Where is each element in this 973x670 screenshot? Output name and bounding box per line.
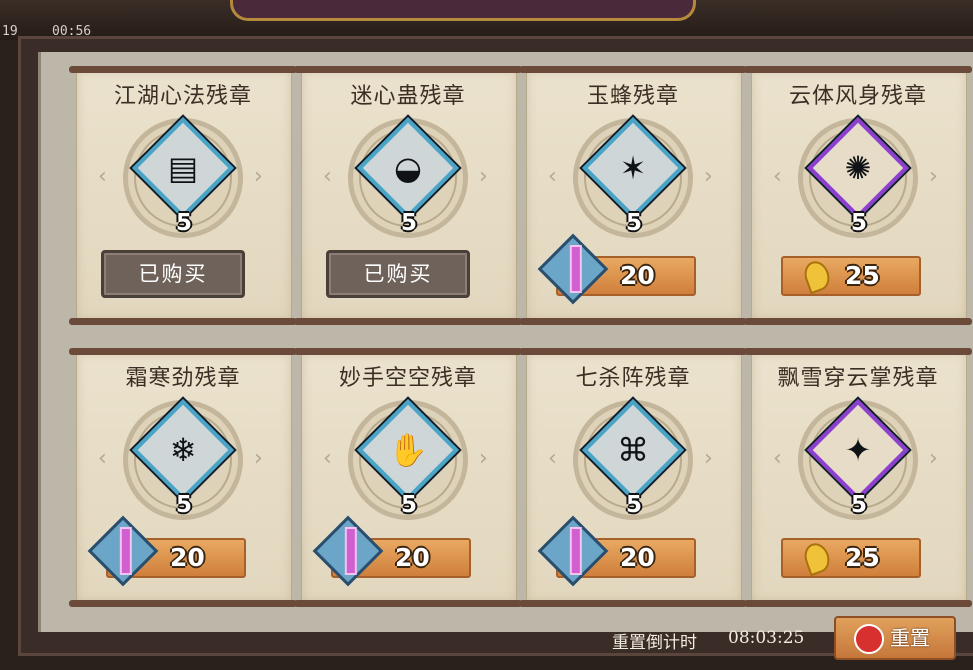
purchased-button[interactable]: 已购买 [101, 250, 245, 298]
price-value: 25 [845, 543, 880, 572]
wind-body-icon: ✺ [844, 149, 872, 187]
card-title: 飘雪穿云掌残章 [777, 366, 939, 391]
item-count: 5 [175, 492, 192, 518]
card-title: 七杀阵残章 [575, 366, 691, 391]
reset-countdown-time: 08:03:25 [728, 628, 805, 648]
buy-button[interactable]: 20 [537, 515, 696, 587]
chevron-right-icon: › [929, 164, 938, 189]
item-count: 5 [625, 492, 642, 518]
card-title: 云体风身残章 [788, 84, 927, 109]
bee-icon: ✶ [619, 149, 647, 187]
item-count: 5 [625, 210, 642, 236]
item-count: 5 [175, 210, 192, 236]
gold-leaf-currency-icon [800, 539, 834, 577]
formation-icon: ⌘ [617, 431, 649, 469]
item-count: 5 [850, 492, 867, 518]
card-title: 迷心蛊残章 [350, 84, 466, 109]
shop-card[interactable]: 飘雪穿云掌残章 ‹ › ✦ 5 25 [744, 348, 972, 610]
item-count: 5 [400, 492, 417, 518]
reset-button-label: 重置 [890, 626, 930, 650]
chevron-left-icon: ‹ [773, 164, 782, 189]
reset-button[interactable]: 重置 [834, 616, 956, 660]
shop-card[interactable]: 迷心蛊残章 ‹ › ◒ 5 已购买 [294, 66, 522, 328]
chevron-right-icon: › [929, 446, 938, 471]
top-ornament [230, 0, 696, 21]
chevron-left-icon: ‹ [323, 446, 332, 471]
gu-bowl-icon: ◒ [394, 149, 422, 187]
chevron-right-icon: › [254, 446, 263, 471]
shop-card[interactable]: 七杀阵残章 ‹ › ⌘ 5 20 [519, 348, 747, 610]
shop-card[interactable]: 妙手空空残章 ‹ › ✋ 5 20 [294, 348, 522, 610]
card-title: 妙手空空残章 [338, 366, 477, 391]
buy-button[interactable]: 20 [537, 233, 696, 305]
chevron-right-icon: › [479, 446, 488, 471]
card-title: 江湖心法残章 [113, 84, 252, 109]
status-left-text: 19 [2, 24, 18, 39]
chevron-right-icon: › [479, 164, 488, 189]
item-count: 5 [400, 210, 417, 236]
chevron-left-icon: ‹ [323, 164, 332, 189]
chevron-left-icon: ‹ [548, 164, 557, 189]
chevron-left-icon: ‹ [98, 164, 107, 189]
chevron-right-icon: › [254, 164, 263, 189]
chevron-left-icon: ‹ [773, 446, 782, 471]
item-count: 5 [850, 210, 867, 236]
palm-strike-icon: ✦ [844, 431, 872, 469]
chevron-right-icon: › [704, 164, 713, 189]
gold-leaf-currency-icon [800, 257, 834, 295]
buy-button[interactable]: 20 [87, 515, 246, 587]
manual-icon: ▤ [167, 149, 199, 187]
reset-character-icon [854, 624, 884, 654]
chevron-right-icon: › [704, 446, 713, 471]
card-title: 玉蜂残章 [586, 84, 679, 109]
reset-countdown-label: 重置倒计时 [612, 633, 697, 653]
buy-button[interactable]: 25 [781, 256, 921, 296]
shop-card[interactable]: 江湖心法残章 ‹ › ▤ 5 已购买 [69, 66, 297, 328]
price-value: 20 [620, 261, 655, 290]
thief-hand-icon: ✋ [388, 431, 428, 469]
shop-card[interactable]: 玉蜂残章 ‹ › ✶ 5 20 [519, 66, 747, 328]
buy-button[interactable]: 20 [312, 515, 471, 587]
price-value: 20 [170, 543, 205, 572]
frost-icon: ❄ [169, 431, 197, 469]
chevron-left-icon: ‹ [548, 446, 557, 471]
buy-button[interactable]: 25 [781, 538, 921, 578]
purchased-button[interactable]: 已购买 [326, 250, 470, 298]
chevron-left-icon: ‹ [98, 446, 107, 471]
shop-card[interactable]: 霜寒劲残章 ‹ › ❄ 5 20 [69, 348, 297, 610]
shop-card[interactable]: 云体风身残章 ‹ › ✺ 5 25 [744, 66, 972, 328]
top-bar: 19 00:56 [0, 0, 973, 40]
card-title: 霜寒劲残章 [125, 366, 241, 391]
price-value: 25 [845, 261, 880, 290]
price-value: 20 [620, 543, 655, 572]
price-value: 20 [395, 543, 430, 572]
